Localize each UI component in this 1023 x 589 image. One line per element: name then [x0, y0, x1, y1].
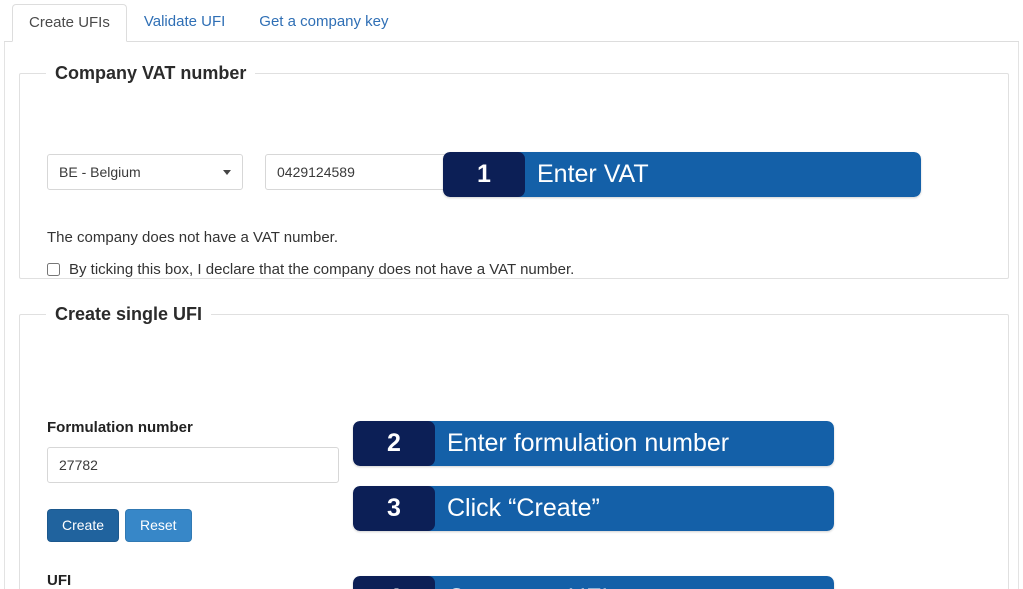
ufi-label: UFI — [47, 572, 72, 589]
callout-step-1-text: Enter VAT — [518, 152, 921, 197]
callout-step-3-text: Click “Create” — [428, 486, 834, 531]
callout-step-3: 3 Click “Create” — [353, 486, 834, 531]
chevron-down-icon — [223, 169, 231, 175]
no-vat-declaration-checkbox[interactable] — [47, 263, 60, 276]
reset-button[interactable]: Reset — [125, 509, 192, 542]
formulation-number-label: Formulation number — [47, 419, 193, 436]
vat-country-value: BE - Belgium — [59, 164, 141, 180]
tab-bar: Create UFIs Validate UFI Get a company k… — [4, 2, 1019, 42]
tab-get-company-key[interactable]: Get a company key — [242, 3, 405, 41]
callout-step-3-number: 3 — [353, 486, 435, 531]
no-vat-number-text: The company does not have a VAT number. — [47, 229, 339, 246]
formulation-number-input[interactable]: 27782 — [47, 447, 339, 483]
callout-step-2-number: 2 — [353, 421, 435, 466]
ufi-generator-app: Create UFIs Validate UFI Get a company k… — [0, 0, 1023, 589]
callout-step-2: 2 Enter formulation number — [353, 421, 834, 466]
tab-validate-ufi[interactable]: Validate UFI — [127, 3, 242, 41]
tab-create-ufis[interactable]: Create UFIs — [12, 4, 127, 42]
no-vat-declaration-row[interactable]: By ticking this box, I declare that the … — [47, 262, 574, 277]
callout-step-4-number: 4 — [353, 576, 435, 589]
callout-step-1-number: 1 — [443, 152, 525, 197]
company-vat-legend: Company VAT number — [55, 63, 247, 83]
create-single-ufi-legend: Create single UFI — [55, 304, 203, 324]
callout-step-4-text: Copy your UFI — [428, 576, 834, 589]
callout-step-2-text: Enter formulation number — [428, 421, 834, 466]
callout-step-4: 4 Copy your UFI — [353, 576, 834, 589]
vat-country-select[interactable]: BE - Belgium — [47, 154, 243, 190]
create-button[interactable]: Create — [47, 509, 120, 542]
callout-step-1: 1 Enter VAT — [443, 152, 921, 197]
tab-content-panel: Company VAT number BE - Belgium 04291245… — [4, 42, 1019, 589]
no-vat-declaration-label[interactable]: By ticking this box, I declare that the … — [69, 262, 574, 277]
